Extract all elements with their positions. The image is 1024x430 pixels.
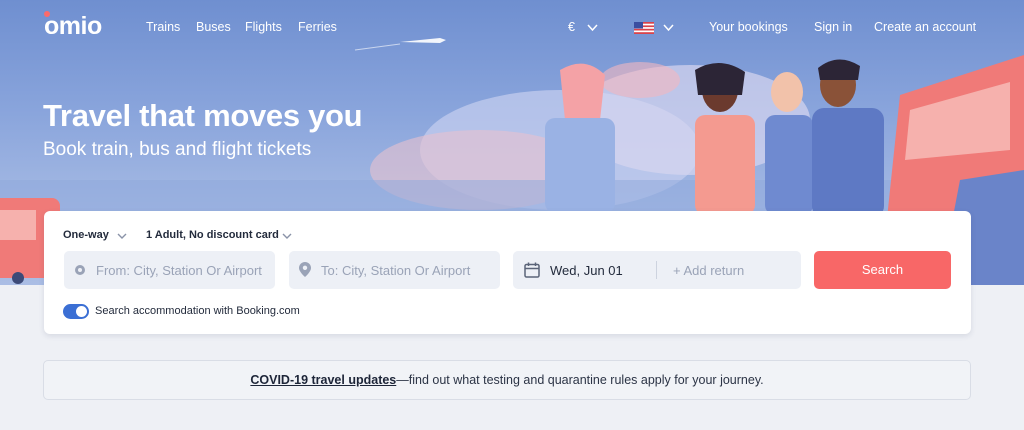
- toggle-knob: [76, 306, 87, 317]
- covid-notice: COVID-19 travel updates—find out what te…: [43, 360, 971, 400]
- calendar-icon: [524, 262, 540, 278]
- nav-buses[interactable]: Buses: [196, 20, 231, 34]
- omio-logo[interactable]: omio: [44, 11, 102, 41]
- nav-trains[interactable]: Trains: [146, 20, 180, 34]
- currency-selector[interactable]: €: [568, 20, 575, 34]
- hero-subtitle: Book train, bus and flight tickets: [43, 139, 312, 160]
- accommodation-toggle-label: Search accommodation with Booking.com: [95, 305, 300, 317]
- accommodation-toggle[interactable]: [63, 304, 89, 319]
- passengers-label: 1 Adult, No discount card: [146, 229, 279, 241]
- from-placeholder: From: City, Station Or Airport: [96, 263, 262, 278]
- your-bookings-link[interactable]: Your bookings: [709, 20, 788, 34]
- sign-in-link[interactable]: Sign in: [814, 20, 852, 34]
- to-field[interactable]: To: City, Station Or Airport: [289, 251, 500, 289]
- passengers-selector[interactable]: 1 Adult, No discount card: [146, 229, 292, 241]
- hero-title: Travel that moves you: [43, 98, 363, 133]
- date-divider: [656, 261, 657, 279]
- to-placeholder: To: City, Station Or Airport: [321, 263, 471, 278]
- nav-flights[interactable]: Flights: [245, 20, 282, 34]
- trip-type-label: One-way: [63, 229, 109, 241]
- add-return-button[interactable]: + Add return: [673, 263, 744, 278]
- chevron-down-icon: [282, 233, 292, 239]
- chevron-down-icon[interactable]: [587, 24, 598, 32]
- origin-dot-icon: [75, 265, 85, 275]
- search-card: One-way 1 Adult, No discount card From: …: [44, 211, 971, 334]
- top-navigation: omio Trains Buses Flights Ferries € Your…: [0, 0, 1024, 56]
- us-flag-icon[interactable]: [634, 22, 654, 34]
- chevron-down-icon[interactable]: [663, 24, 674, 32]
- location-pin-icon: [299, 262, 311, 277]
- nav-ferries[interactable]: Ferries: [298, 20, 337, 34]
- logo-dot: [44, 11, 50, 17]
- travelers-illustration: [545, 59, 884, 218]
- trip-type-selector[interactable]: One-way: [63, 229, 127, 241]
- date-field[interactable]: Wed, Jun 01 + Add return: [513, 251, 801, 289]
- brand-name: omio: [44, 12, 102, 40]
- from-field[interactable]: From: City, Station Or Airport: [64, 251, 275, 289]
- search-button[interactable]: Search: [814, 251, 951, 289]
- departure-date: Wed, Jun 01: [550, 263, 623, 278]
- create-account-link[interactable]: Create an account: [874, 20, 976, 34]
- chevron-down-icon: [117, 233, 127, 239]
- covid-notice-text: —find out what testing and quarantine ru…: [396, 373, 764, 387]
- covid-updates-link[interactable]: COVID-19 travel updates: [250, 373, 396, 387]
